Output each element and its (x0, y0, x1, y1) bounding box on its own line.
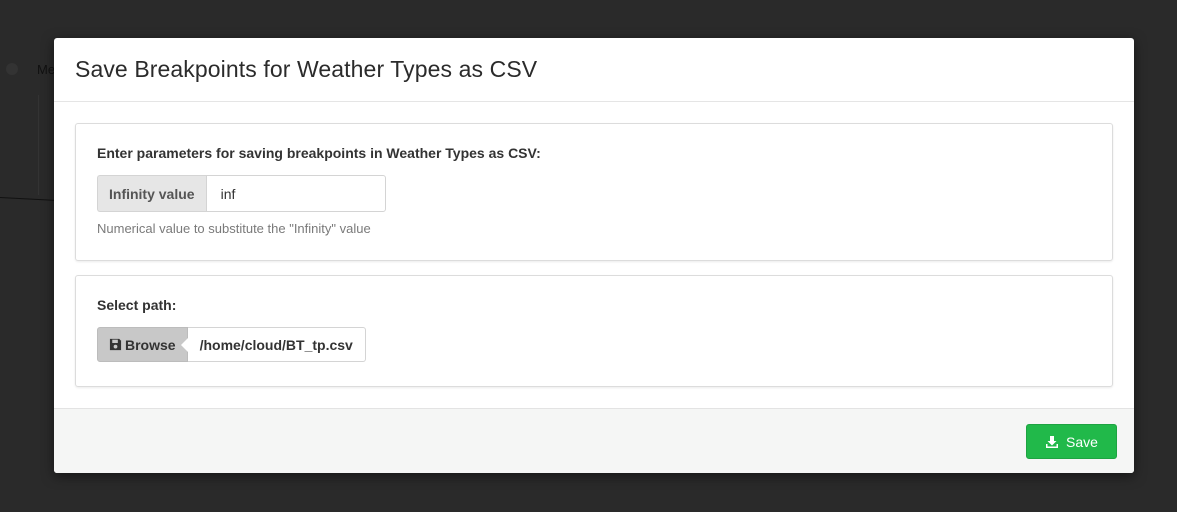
parameters-panel: Enter parameters for saving breakpoints … (75, 123, 1113, 261)
modal-header: Save Breakpoints for Weather Types as CS… (54, 38, 1134, 102)
save-button-label: Save (1066, 433, 1098, 450)
browse-button[interactable]: Browse (97, 327, 188, 362)
path-selector: Browse /home/cloud/BT_tp.csv (97, 327, 1091, 362)
save-button[interactable]: Save (1026, 424, 1117, 459)
browse-button-label: Browse (125, 336, 176, 353)
background-plot-line (0, 197, 60, 202)
download-icon (1045, 435, 1059, 449)
path-heading: Select path: (97, 297, 177, 313)
selected-path: /home/cloud/BT_tp.csv (187, 327, 366, 362)
modal-title: Save Breakpoints for Weather Types as CS… (75, 56, 538, 82)
parameters-heading: Enter parameters for saving breakpoints … (97, 145, 541, 161)
background-menu-label: Me (37, 62, 56, 77)
infinity-help-text: Numerical value to substitute the "Infin… (97, 221, 371, 236)
save-breakpoints-dialog: Save Breakpoints for Weather Types as CS… (54, 38, 1134, 473)
infinity-value-input[interactable] (205, 175, 386, 212)
infinity-value-label: Infinity value (97, 175, 206, 212)
modal-body: Enter parameters for saving breakpoints … (54, 102, 1134, 408)
floppy-disk-icon (109, 338, 122, 351)
background-menu-icon (6, 63, 18, 75)
infinity-input-group: Infinity value (97, 175, 1091, 212)
background-divider (38, 95, 39, 195)
modal-footer: Save (54, 408, 1134, 473)
path-panel: Select path: Browse /home/cloud/BT_tp.cs… (75, 275, 1113, 387)
